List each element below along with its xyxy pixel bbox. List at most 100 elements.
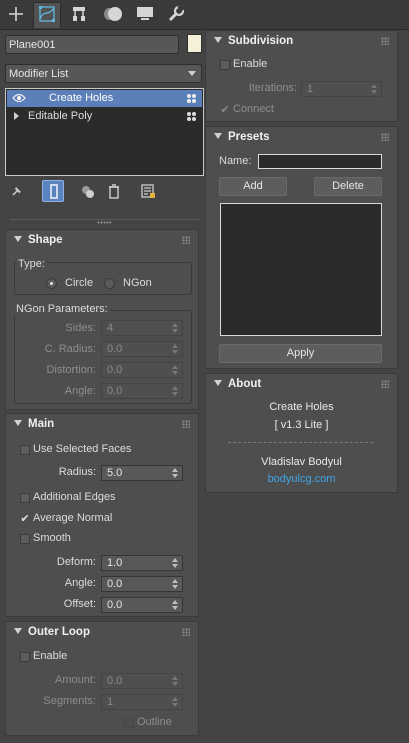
smooth-checkbox[interactable] bbox=[20, 534, 30, 544]
motion-icon bbox=[103, 6, 123, 25]
main-rollout: Main Use Selected Faces Radius: 5.0 Addi… bbox=[5, 413, 199, 617]
amount-spinner: 0.0 bbox=[101, 673, 183, 689]
subdivision-rollout-header[interactable]: Subdivision bbox=[206, 31, 397, 52]
collapse-arrow-icon bbox=[214, 132, 222, 139]
outer-loop-enable-label: Enable bbox=[33, 650, 68, 662]
ngon-angle-label: Angle: bbox=[64, 385, 96, 397]
type-label: Type: bbox=[16, 258, 47, 270]
create-tab[interactable] bbox=[2, 2, 30, 28]
about-rollout-header[interactable]: About bbox=[206, 374, 397, 395]
about-author: Vladislav Bodyul bbox=[261, 456, 342, 468]
about-rollout: About Create Holes [ v1.3 Lite ] Vladisl… bbox=[205, 373, 398, 493]
collapse-arrow-icon bbox=[14, 627, 22, 634]
segments-label: Segments: bbox=[43, 695, 96, 707]
panel-divider bbox=[10, 219, 200, 220]
modifier-list-label: Modifier List bbox=[9, 68, 69, 80]
about-version: [ v1.3 Lite ] bbox=[274, 419, 329, 431]
checkmark-icon[interactable]: ✔ bbox=[20, 514, 30, 525]
circle-radio[interactable] bbox=[46, 278, 57, 289]
end-result-icon bbox=[49, 184, 59, 202]
sides-spinner: 4 bbox=[101, 320, 183, 336]
outline-checkbox bbox=[124, 718, 134, 728]
spinner-arrows-icon bbox=[172, 385, 179, 397]
rollout-title: Presets bbox=[228, 131, 270, 143]
pin-stack-button[interactable] bbox=[10, 184, 24, 201]
object-color-swatch[interactable] bbox=[187, 34, 202, 53]
display-tab[interactable] bbox=[131, 2, 159, 28]
object-name-field[interactable]: Plane001 bbox=[5, 35, 179, 54]
subdivision-enable-checkbox[interactable] bbox=[220, 60, 230, 70]
offset-value: 0.0 bbox=[107, 599, 123, 611]
modify-tab[interactable] bbox=[33, 2, 61, 28]
splitter-grip[interactable] bbox=[97, 221, 111, 224]
add-preset-button[interactable]: Add bbox=[219, 177, 287, 196]
offset-spinner[interactable]: 0.0 bbox=[101, 597, 183, 613]
main-rollout-header[interactable]: Main bbox=[6, 414, 198, 435]
configure-sets-icon bbox=[141, 184, 156, 202]
stack-item-editable-poly[interactable]: Editable Poly bbox=[7, 108, 202, 125]
outer-loop-rollout: Outer Loop Enable Amount: 0.0 Segments: … bbox=[5, 621, 199, 736]
remove-modifier-button[interactable] bbox=[108, 184, 120, 202]
iterations-value: 1 bbox=[307, 83, 314, 95]
stack-item-label: Create Holes bbox=[49, 92, 114, 104]
modifier-list-dropdown[interactable]: Modifier List bbox=[5, 64, 202, 83]
rollout-title: About bbox=[228, 378, 262, 390]
deform-value: 1.0 bbox=[107, 557, 123, 569]
outer-loop-enable-checkbox[interactable] bbox=[20, 652, 30, 662]
instance-icon bbox=[186, 111, 197, 125]
plus-icon bbox=[8, 6, 24, 25]
additional-edges-checkbox[interactable] bbox=[20, 493, 30, 503]
rollout-title: Shape bbox=[28, 234, 63, 246]
preset-name-input[interactable] bbox=[258, 154, 382, 169]
use-selected-faces-label: Use Selected Faces bbox=[33, 443, 132, 455]
presets-rollout-header[interactable]: Presets bbox=[206, 127, 397, 148]
chevron-down-icon bbox=[188, 71, 196, 76]
delete-preset-button[interactable]: Delete bbox=[314, 177, 382, 196]
spinner-arrows-icon[interactable] bbox=[172, 467, 179, 479]
ngon-angle-value: 0.0 bbox=[107, 385, 123, 397]
shape-rollout-header[interactable]: Shape bbox=[6, 230, 198, 251]
amount-label: Amount: bbox=[55, 674, 96, 686]
checkmark-icon: ✔ bbox=[220, 104, 230, 116]
modify-icon bbox=[38, 5, 56, 26]
utilities-tab[interactable] bbox=[162, 2, 190, 28]
spinner-arrows-icon[interactable] bbox=[172, 599, 179, 611]
utilities-icon bbox=[167, 3, 185, 26]
use-selected-faces-checkbox[interactable] bbox=[20, 445, 30, 455]
outline-label: Outline bbox=[137, 716, 172, 728]
additional-edges-label: Additional Edges bbox=[33, 491, 116, 503]
motion-tab[interactable] bbox=[99, 2, 127, 28]
ngon-radio[interactable] bbox=[104, 278, 115, 289]
rollout-title: Subdivision bbox=[228, 35, 294, 47]
spinner-arrows-icon[interactable] bbox=[172, 557, 179, 569]
make-unique-button[interactable] bbox=[80, 184, 96, 203]
rollout-grip-icon[interactable] bbox=[381, 380, 389, 388]
subdivision-enable-label: Enable bbox=[233, 58, 268, 70]
expand-arrow-icon[interactable] bbox=[14, 112, 19, 120]
apply-preset-button[interactable]: Apply bbox=[219, 344, 382, 363]
iterations-spinner: 1 bbox=[301, 81, 382, 97]
ngon-label: NGon bbox=[123, 277, 152, 289]
rollout-grip-icon[interactable] bbox=[381, 133, 389, 141]
deform-spinner[interactable]: 1.0 bbox=[101, 555, 183, 571]
configure-modifier-sets-button[interactable] bbox=[141, 184, 156, 202]
about-website-link[interactable]: bodyulcg.com bbox=[206, 473, 397, 485]
command-panel-tabs bbox=[0, 0, 409, 30]
hierarchy-icon bbox=[71, 6, 87, 25]
rollout-grip-icon[interactable] bbox=[182, 236, 190, 244]
rollout-grip-icon[interactable] bbox=[381, 37, 389, 45]
rollout-grip-icon[interactable] bbox=[182, 628, 190, 636]
hierarchy-tab[interactable] bbox=[65, 2, 93, 28]
show-end-result-button[interactable] bbox=[42, 180, 64, 202]
spinner-arrows-icon[interactable] bbox=[172, 578, 179, 590]
eye-icon[interactable] bbox=[12, 93, 26, 106]
rollout-grip-icon[interactable] bbox=[182, 420, 190, 428]
presets-list[interactable] bbox=[220, 203, 382, 336]
radius-spinner[interactable]: 5.0 bbox=[101, 465, 183, 481]
stack-item-create-holes[interactable]: Create Holes bbox=[7, 90, 202, 107]
shape-rollout: Shape Type: Circle NGon NGon Parameters:… bbox=[5, 229, 199, 410]
outer-loop-rollout-header[interactable]: Outer Loop bbox=[6, 622, 198, 643]
make-unique-icon bbox=[80, 186, 96, 203]
sides-value: 4 bbox=[107, 322, 114, 334]
angle-spinner[interactable]: 0.0 bbox=[101, 576, 183, 592]
